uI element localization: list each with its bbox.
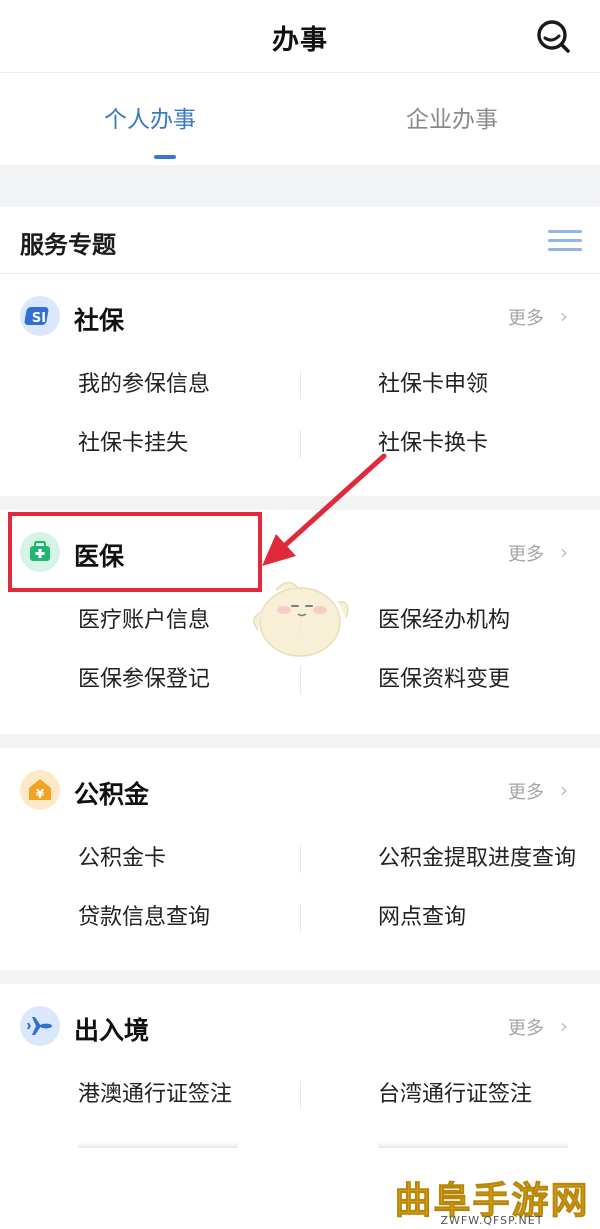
category-title: 社保 bbox=[74, 306, 125, 335]
page-title: 办事 bbox=[272, 25, 328, 56]
tab-bar: 个人办事 企业办事 bbox=[0, 73, 600, 238]
top-bar: 办事 bbox=[0, 0, 600, 73]
section-gap bbox=[0, 496, 600, 510]
tab-personal[interactable]: 个人办事 bbox=[104, 100, 196, 134]
watermark: 曲阜手游网 ZWFW.QFSP.NET bbox=[392, 1170, 592, 1228]
service-item[interactable]: 社保卡挂失 bbox=[78, 425, 188, 457]
mascot-sticker bbox=[253, 581, 349, 657]
svg-text:¥: ¥ bbox=[36, 787, 45, 801]
service-item[interactable]: 社保卡换卡 bbox=[378, 425, 488, 457]
divider bbox=[300, 1081, 301, 1109]
category-card-social-security: SI 社保 更多 › 我的参保信息 社保卡申领 社保卡挂失 社保卡换卡 bbox=[0, 274, 600, 496]
service-item[interactable]: 医保参保登记 bbox=[78, 661, 210, 693]
chevron-right-icon[interactable]: › bbox=[560, 540, 568, 564]
more-link[interactable]: 更多 bbox=[508, 1014, 544, 1040]
section-gap bbox=[0, 970, 600, 984]
search-button[interactable] bbox=[532, 16, 576, 56]
service-item[interactable]: 公积金卡 bbox=[78, 840, 166, 872]
services-header: 服务专题 bbox=[0, 207, 600, 274]
chevron-right-icon[interactable]: › bbox=[560, 1014, 568, 1038]
service-item[interactable]: 医疗账户信息 bbox=[78, 602, 210, 634]
section-gap bbox=[0, 734, 600, 748]
svg-text:SI: SI bbox=[32, 311, 46, 326]
search-icon[interactable] bbox=[532, 16, 576, 56]
airplane-icon bbox=[20, 1006, 60, 1046]
divider bbox=[300, 666, 301, 694]
divider bbox=[300, 430, 301, 458]
service-item[interactable]: 医保资料变更 bbox=[378, 661, 510, 693]
watermark-url: ZWFW.QFSP.NET bbox=[440, 1214, 544, 1227]
divider bbox=[300, 845, 301, 873]
clipped-row bbox=[78, 1142, 238, 1148]
divider bbox=[300, 371, 301, 399]
list-menu-icon[interactable] bbox=[548, 230, 582, 256]
social-security-icon: SI bbox=[20, 296, 60, 336]
services-title: 服务专题 bbox=[20, 231, 116, 259]
service-item[interactable]: 台湾通行证签注 bbox=[378, 1076, 532, 1108]
active-tab-indicator bbox=[154, 155, 176, 159]
more-link[interactable]: 更多 bbox=[508, 778, 544, 804]
chevron-right-icon[interactable]: › bbox=[560, 778, 568, 802]
category-title: 公积金 bbox=[74, 780, 150, 809]
service-item[interactable]: 社保卡申领 bbox=[378, 366, 488, 398]
more-link[interactable]: 更多 bbox=[508, 304, 544, 330]
chevron-right-icon[interactable]: › bbox=[560, 304, 568, 328]
service-item[interactable]: 我的参保信息 bbox=[78, 366, 210, 398]
clipped-row bbox=[378, 1142, 568, 1148]
highlight-box bbox=[8, 512, 262, 592]
more-link[interactable]: 更多 bbox=[508, 540, 544, 566]
category-title: 出入境 bbox=[74, 1016, 150, 1045]
housing-fund-icon: ¥ bbox=[20, 770, 60, 810]
tab-enterprise[interactable]: 企业办事 bbox=[406, 100, 498, 134]
section-gap bbox=[0, 165, 600, 207]
service-item[interactable]: 港澳通行证签注 bbox=[78, 1076, 232, 1108]
divider bbox=[300, 904, 301, 932]
service-item[interactable]: 医保经办机构 bbox=[378, 602, 510, 634]
service-item[interactable]: 贷款信息查询 bbox=[78, 899, 210, 931]
category-card-housing-fund: ¥ 公积金 更多 › 公积金卡 公积金提取进度查询 贷款信息查询 网点查询 bbox=[0, 748, 600, 970]
service-item[interactable]: 公积金提取进度查询 bbox=[378, 840, 576, 872]
service-item[interactable]: 网点查询 bbox=[378, 899, 466, 931]
